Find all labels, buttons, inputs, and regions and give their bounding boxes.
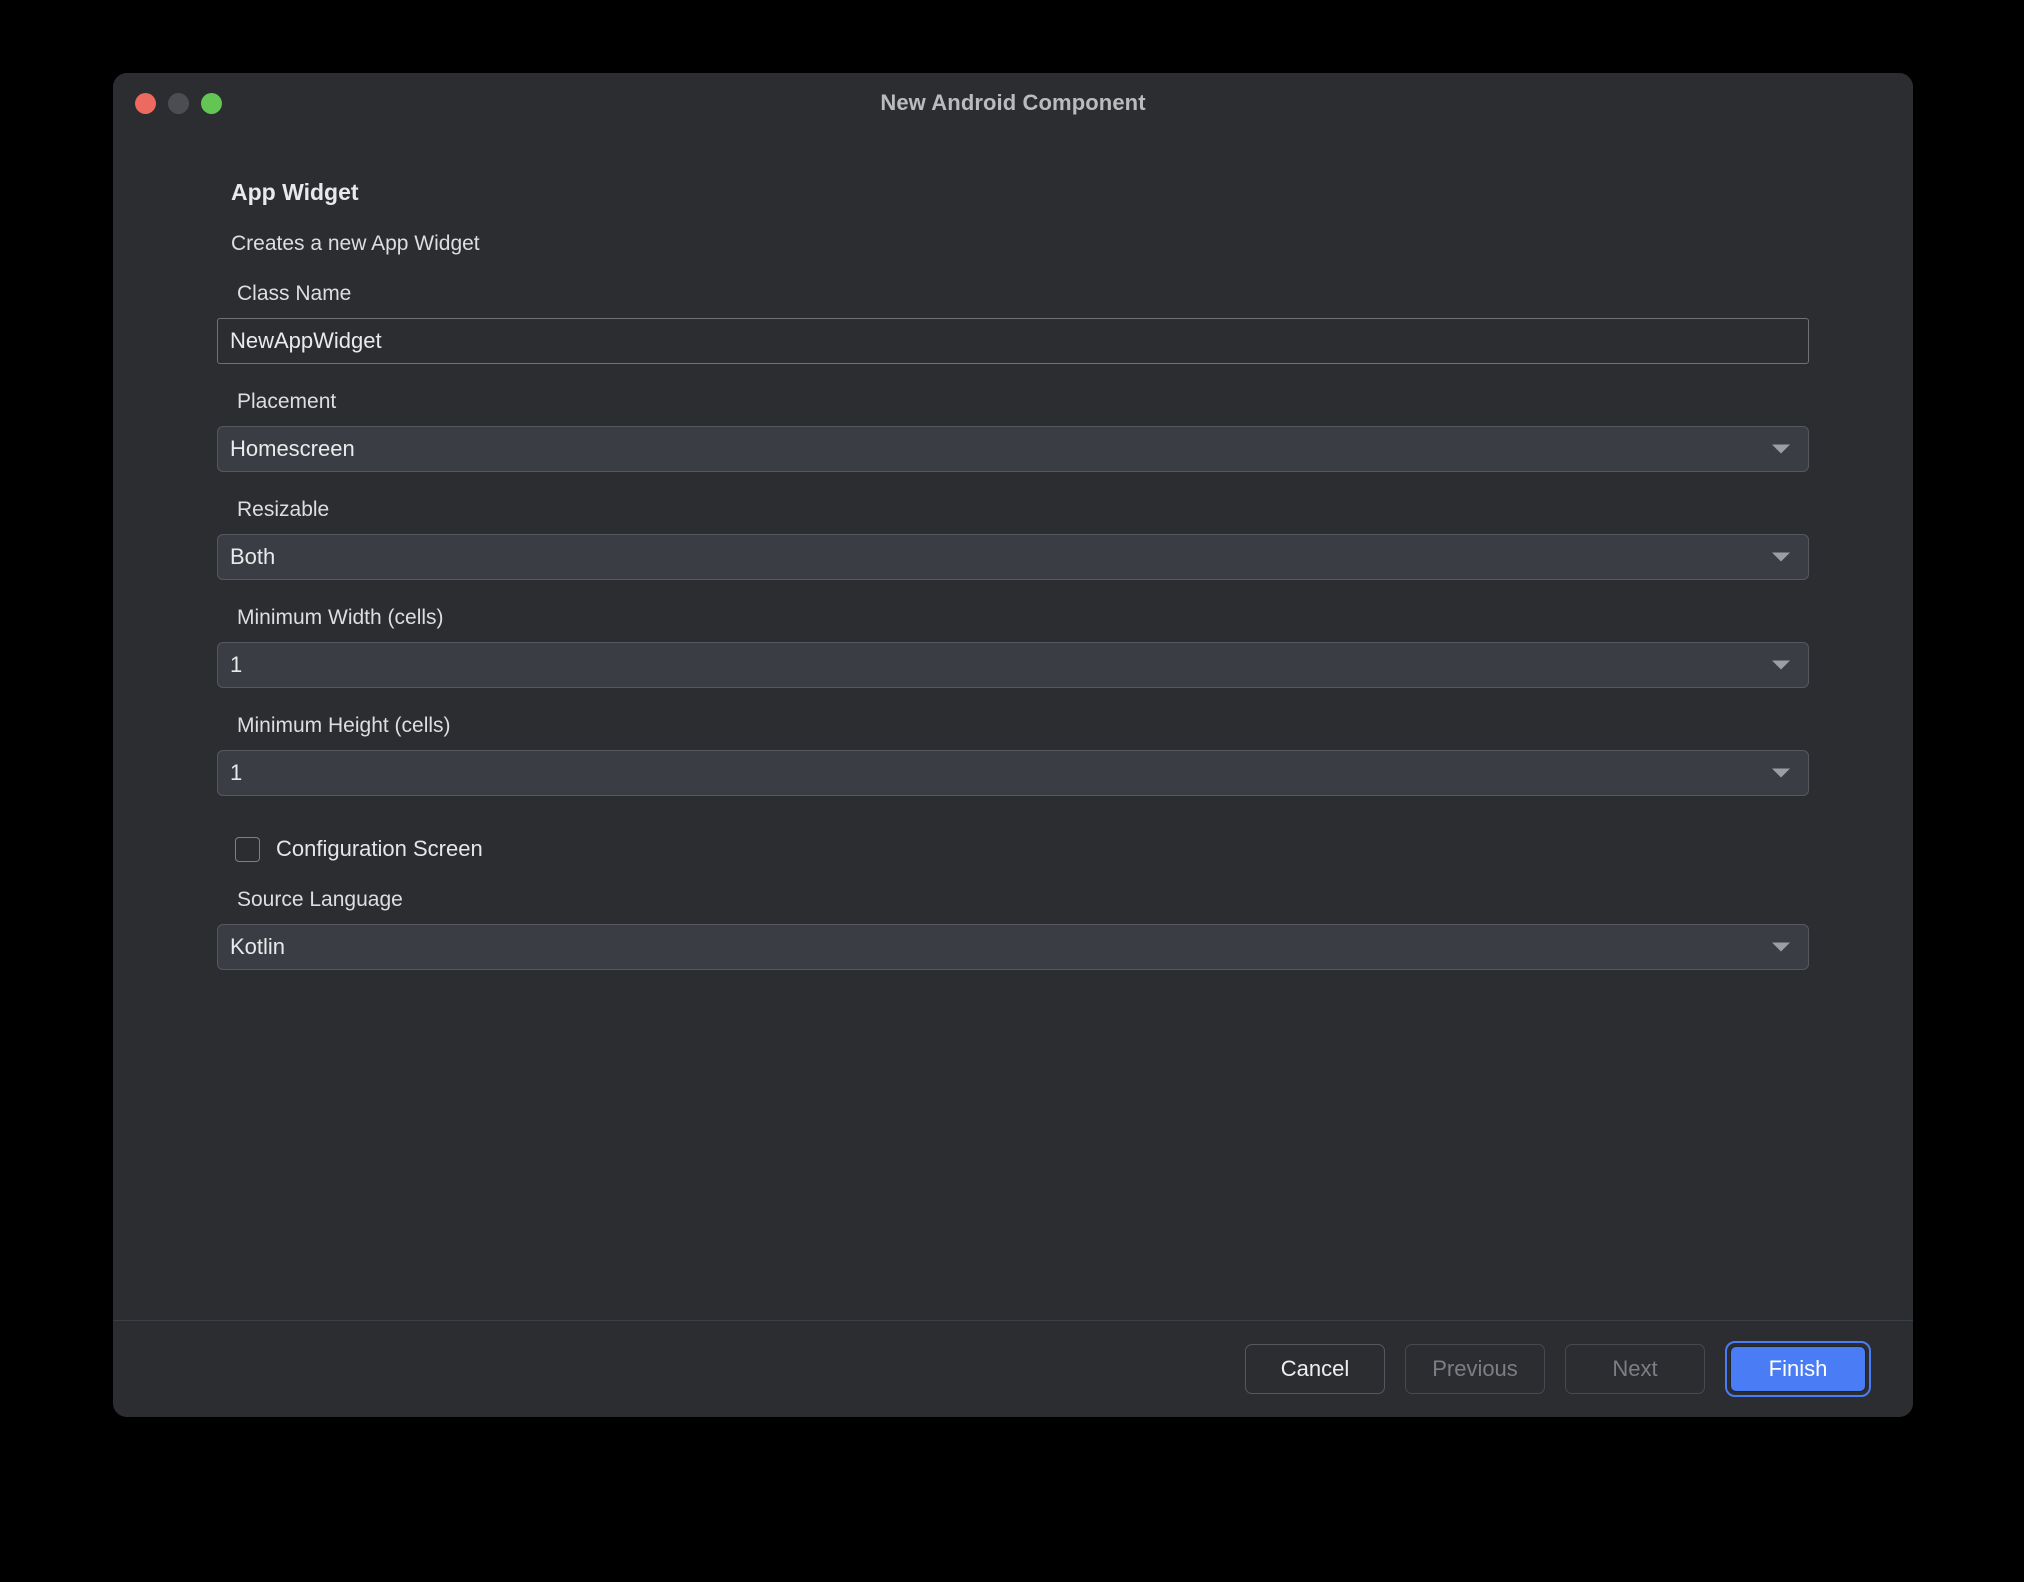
configuration-screen-checkbox[interactable]: [235, 836, 260, 862]
window-title: New Android Component: [880, 90, 1146, 115]
page-description: Creates a new App Widget: [231, 232, 480, 255]
chevron-down-icon: [1772, 660, 1790, 670]
chevron-down-icon: [1772, 768, 1790, 778]
window-titlebar[interactable]: New Android Component: [113, 73, 1913, 133]
cancel-button[interactable]: Cancel: [1245, 1344, 1385, 1394]
new-android-component-dialog: New Android Component App Widget Creates…: [113, 73, 1913, 1417]
placement-value: Homescreen: [230, 436, 355, 461]
minimum-width-dropdown[interactable]: 1: [217, 642, 1809, 688]
field-minimum-height: Minimum Height (cells) 1: [217, 714, 1809, 796]
source-language-label: Source Language: [237, 888, 403, 911]
chevron-down-icon: [1772, 942, 1790, 952]
previous-button: Previous: [1405, 1344, 1545, 1394]
configuration-screen-label: Configuration Screen: [276, 836, 483, 861]
class-name-label: Class Name: [237, 282, 352, 305]
field-class-name: Class Name: [217, 282, 1809, 364]
minimum-width-value: 1: [230, 652, 243, 677]
dialog-body: App Widget Creates a new App Widget Clas…: [113, 133, 1913, 1320]
source-language-value: Kotlin: [230, 934, 286, 959]
chevron-down-icon: [1772, 444, 1790, 454]
field-resizable: Resizable Both: [217, 498, 1809, 580]
minimize-window-icon[interactable]: [168, 92, 189, 114]
close-window-icon[interactable]: [135, 92, 156, 114]
field-placement: Placement Homescreen: [217, 390, 1809, 472]
maximize-window-icon[interactable]: [201, 92, 222, 114]
minimum-height-label: Minimum Height (cells): [237, 714, 451, 737]
field-source-language: Source Language Kotlin: [217, 888, 1809, 970]
minimum-height-value: 1: [230, 760, 243, 785]
page-title: App Widget: [231, 179, 359, 205]
next-button: Next: [1565, 1344, 1705, 1394]
chevron-down-icon: [1772, 552, 1790, 562]
finish-button[interactable]: Finish: [1730, 1346, 1866, 1392]
minimum-height-dropdown[interactable]: 1: [217, 750, 1809, 796]
resizable-value: Both: [230, 544, 276, 569]
configuration-screen-row[interactable]: Configuration Screen: [235, 836, 1809, 862]
finish-button-focus-ring: Finish: [1725, 1341, 1871, 1397]
resizable-dropdown[interactable]: Both: [217, 534, 1809, 580]
desktop-background: New Android Component App Widget Creates…: [0, 0, 2024, 1582]
dialog-footer: Cancel Previous Next Finish: [113, 1320, 1913, 1417]
source-language-dropdown[interactable]: Kotlin: [217, 924, 1809, 970]
placement-dropdown[interactable]: Homescreen: [217, 426, 1809, 472]
field-minimum-width: Minimum Width (cells) 1: [217, 606, 1809, 688]
class-name-input[interactable]: [217, 318, 1809, 364]
window-controls: [135, 73, 222, 133]
placement-label: Placement: [237, 390, 337, 413]
resizable-label: Resizable: [237, 498, 330, 521]
minimum-width-label: Minimum Width (cells): [237, 606, 444, 629]
